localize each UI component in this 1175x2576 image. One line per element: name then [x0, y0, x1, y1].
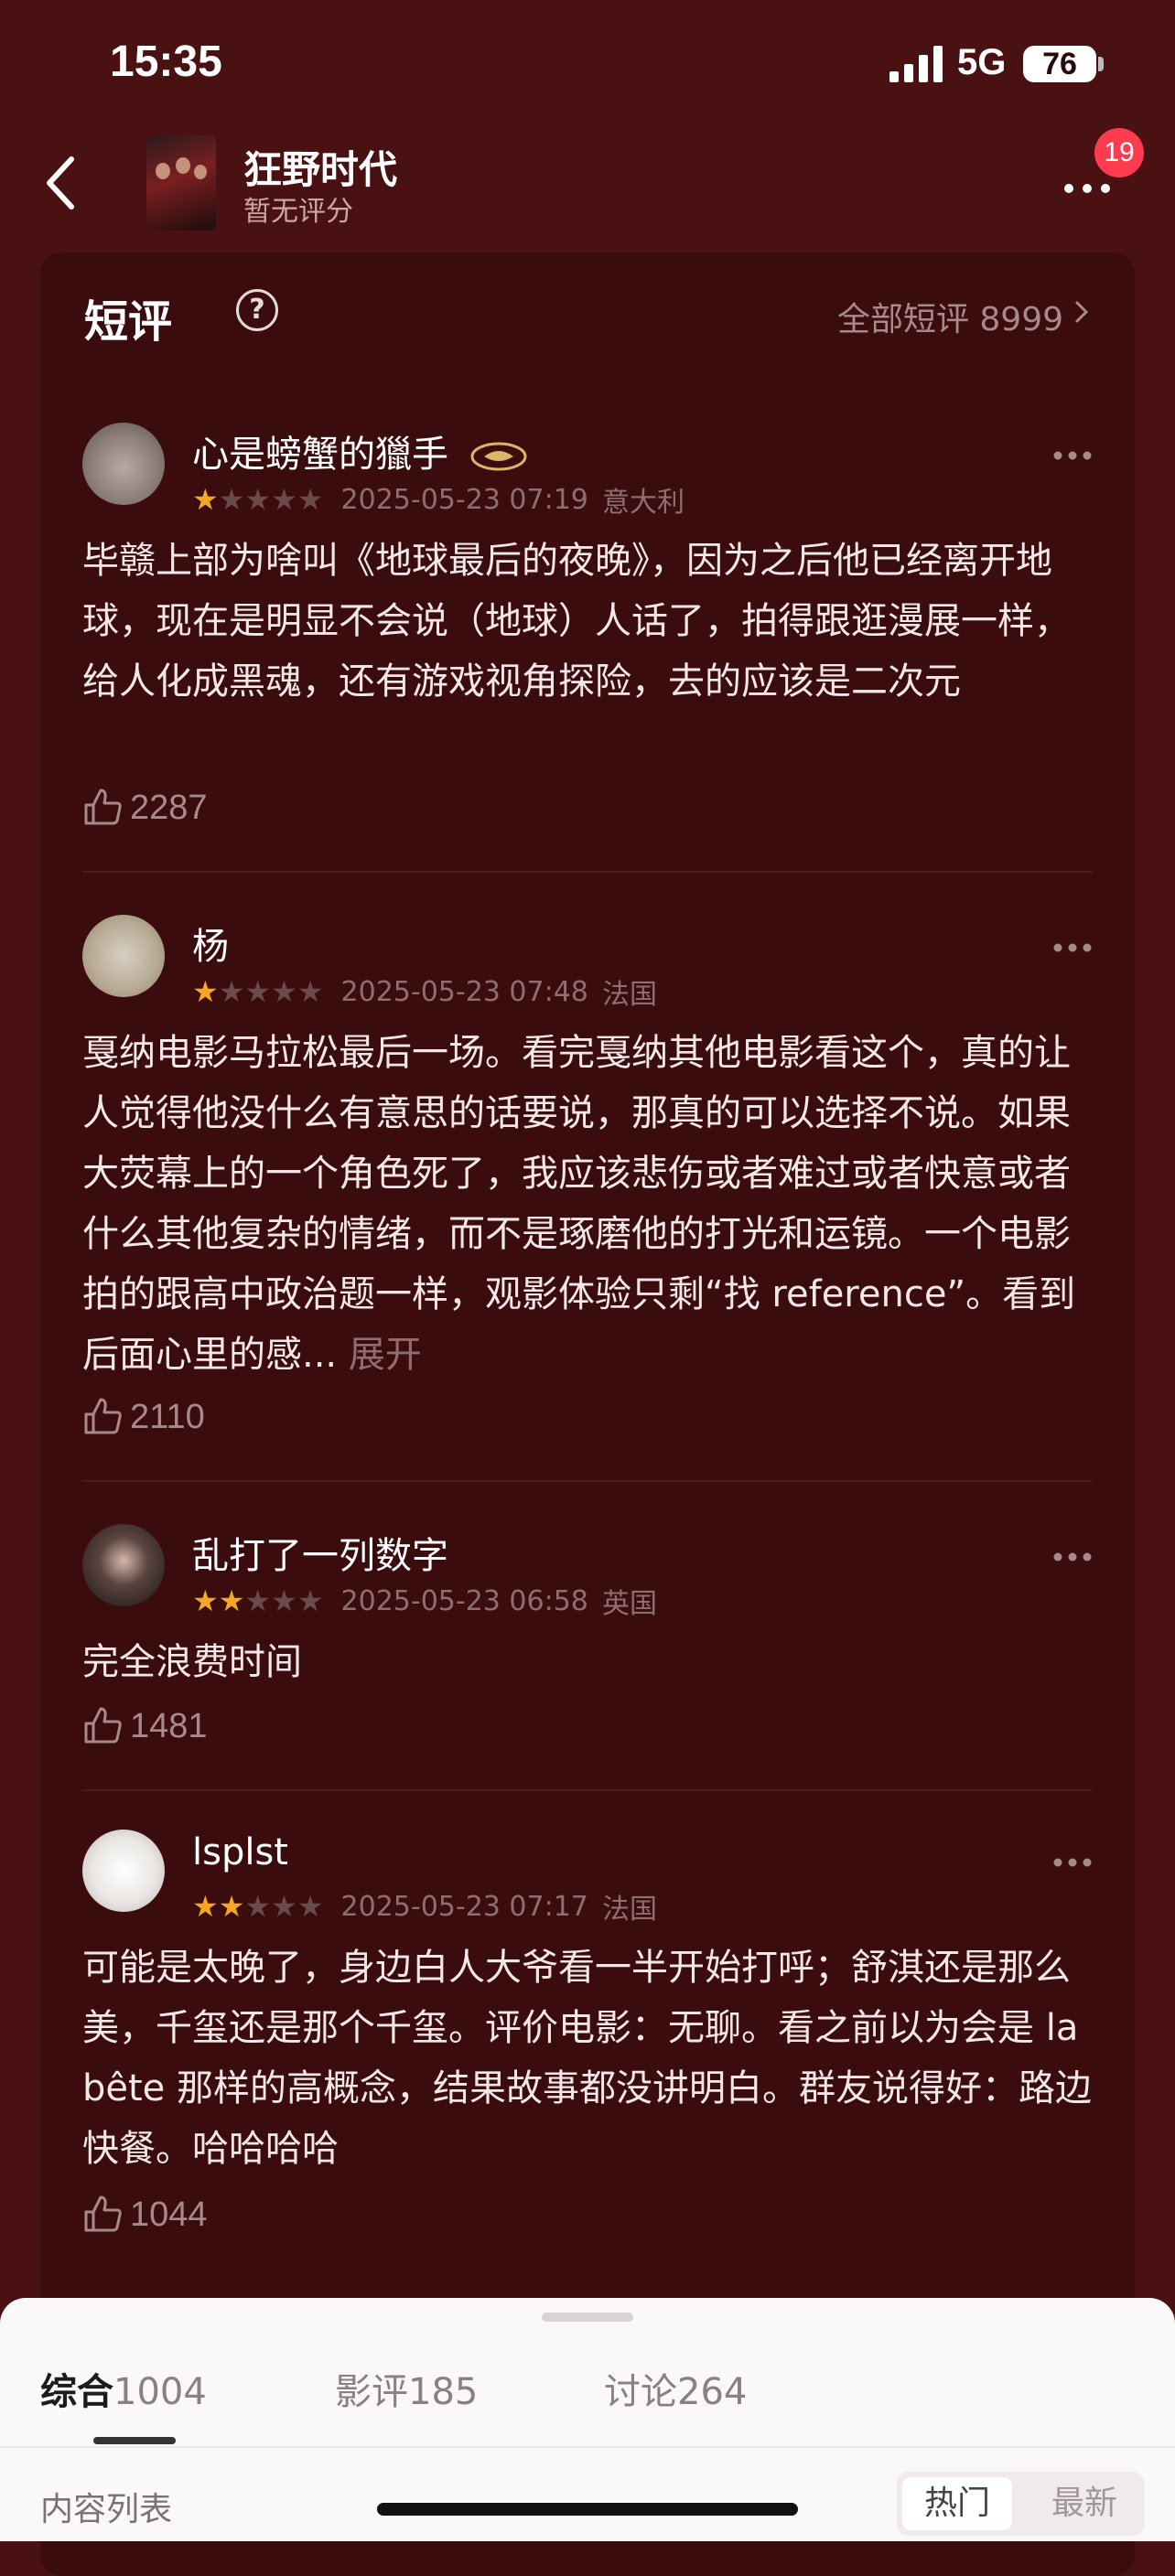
sort-new-button[interactable]: 最新 [1034, 2477, 1135, 2530]
review-date: 2025-05-23 06:58 [340, 1584, 588, 1617]
star-rating: ★★★★★ [192, 974, 324, 1009]
status-bar: 15:35 5G 76 [0, 0, 1175, 128]
star-rating: ★★★★★ [192, 1889, 324, 1924]
review-item: lsplst ★★★★★ 2025-05-23 07:17 法国 可能是太晚了，… [40, 1830, 1135, 2250]
avatar[interactable] [82, 423, 165, 505]
star-rating: ★★★★★ [192, 1583, 324, 1618]
divider [82, 1480, 1093, 1482]
more-options-icon[interactable] [1052, 1857, 1093, 1868]
review-item: 杨 ★★★★★ 2025-05-23 07:48 法国 戛纳电影马拉松最后一场。… [40, 915, 1135, 1464]
rating-row: ★★★★★ 2025-05-23 06:58 英国 [192, 1581, 657, 1621]
movie-rating: 暂无评分 [243, 196, 353, 228]
review-item: 乱打了一列数字 ★★★★★ 2025-05-23 06:58 英国 完全浪费时间… [40, 1524, 1135, 1789]
divider [0, 2446, 1175, 2448]
review-date: 2025-05-23 07:19 [340, 483, 588, 516]
short-reviews-card: 短评 ? 全部短评 8999 心是螃蟹的獵手 ★★★★★ 2025-05-23 … [40, 252, 1135, 2576]
like-count: 2110 [130, 1398, 205, 1436]
review-location: 意大利 [601, 487, 685, 519]
avatar[interactable] [82, 915, 165, 997]
more-options-icon[interactable] [1052, 450, 1093, 461]
thumbs-up-icon [84, 1707, 122, 1744]
back-arrow-icon[interactable] [37, 148, 92, 218]
star-rating: ★★★★★ [192, 482, 324, 517]
tab-reviews[interactable]: 影评185 [335, 2362, 478, 2415]
review-date: 2025-05-23 07:17 [340, 1890, 588, 1923]
review-content[interactable]: 可能是太晚了，身边白人大爷看一半开始打呼；舒淇还是那么美，千玺还是那个千玺。评价… [82, 1937, 1098, 2179]
section-title: 短评 [84, 296, 173, 348]
status-time: 15:35 [110, 38, 222, 86]
review-content[interactable]: 完全浪费时间 [82, 1632, 1098, 1692]
top-nav: 狂野时代 暂无评分 19 [0, 128, 1175, 238]
sort-toggle: 热门 最新 [897, 2472, 1144, 2536]
like-count: 1044 [130, 2195, 208, 2234]
review-location: 法国 [601, 979, 657, 1011]
notification-badge: 19 [1094, 128, 1144, 177]
review-username[interactable]: 杨 [192, 917, 229, 970]
review-username[interactable]: lsplst [192, 1831, 288, 1873]
active-tab-indicator [93, 2437, 176, 2444]
review-username[interactable]: 心是螃蟹的獵手 [192, 424, 528, 478]
divider [82, 871, 1093, 873]
review-item: 心是螃蟹的獵手 ★★★★★ 2025-05-23 07:19 意大利 毕赣上部为… [40, 423, 1135, 843]
chevron-right-icon[interactable] [1073, 298, 1091, 326]
thumbs-up-icon [84, 789, 122, 825]
review-location: 法国 [601, 1894, 657, 1926]
avatar[interactable] [82, 1524, 165, 1606]
review-location: 英国 [601, 1588, 657, 1620]
avatar[interactable] [82, 1830, 165, 1912]
like-count: 1481 [130, 1707, 208, 1745]
divider [82, 1789, 1093, 1791]
movie-title[interactable]: 狂野时代 [243, 139, 397, 195]
battery-icon: 76 [1023, 46, 1096, 82]
cannes-badge-icon [470, 442, 527, 471]
sort-hot-button[interactable]: 热门 [902, 2477, 1012, 2530]
rating-row: ★★★★★ 2025-05-23 07:17 法国 [192, 1886, 657, 1927]
tab-overview[interactable]: 综合1004 [40, 2362, 207, 2415]
thumbs-up-icon [84, 2195, 122, 2232]
network-type: 5G [957, 42, 1007, 82]
thumbs-up-icon [84, 1398, 122, 1434]
review-username[interactable]: 乱打了一列数字 [192, 1526, 448, 1579]
review-content[interactable]: 毕赣上部为啥叫《地球最后的夜晚》，因为之后他已经离开地球，现在是明显不会说（地球… [82, 531, 1098, 712]
review-date: 2025-05-23 07:48 [340, 975, 588, 1008]
drag-handle[interactable] [542, 2313, 633, 2322]
movie-poster[interactable] [146, 135, 216, 231]
content-list-label: 内容列表 [40, 2491, 173, 2528]
tab-discussion[interactable]: 讨论264 [604, 2362, 747, 2415]
help-icon[interactable]: ? [236, 289, 278, 331]
more-options-icon[interactable] [1052, 942, 1093, 953]
rating-row: ★★★★★ 2025-05-23 07:48 法国 [192, 971, 657, 1012]
more-options-icon[interactable] [1052, 1551, 1093, 1562]
rating-row: ★★★★★ 2025-05-23 07:19 意大利 [192, 479, 685, 520]
cellular-signal-icon [889, 46, 943, 82]
all-reviews-link[interactable]: 全部短评 8999 [837, 293, 1063, 340]
like-count: 2287 [130, 789, 208, 827]
review-text: 戛纳电影马拉松最后一场。看完戛纳其他电影看这个，真的让人觉得他没什么有意思的话要… [82, 1032, 1076, 1376]
review-content[interactable]: 戛纳电影马拉松最后一场。看完戛纳其他电影看这个，真的让人觉得他没什么有意思的话要… [82, 1023, 1098, 1385]
battery-tip [1098, 57, 1104, 71]
section-header: 短评 ? 全部短评 8999 [84, 285, 1091, 349]
home-indicator[interactable] [377, 2503, 798, 2516]
expand-link[interactable]: 展开 [349, 1334, 422, 1376]
